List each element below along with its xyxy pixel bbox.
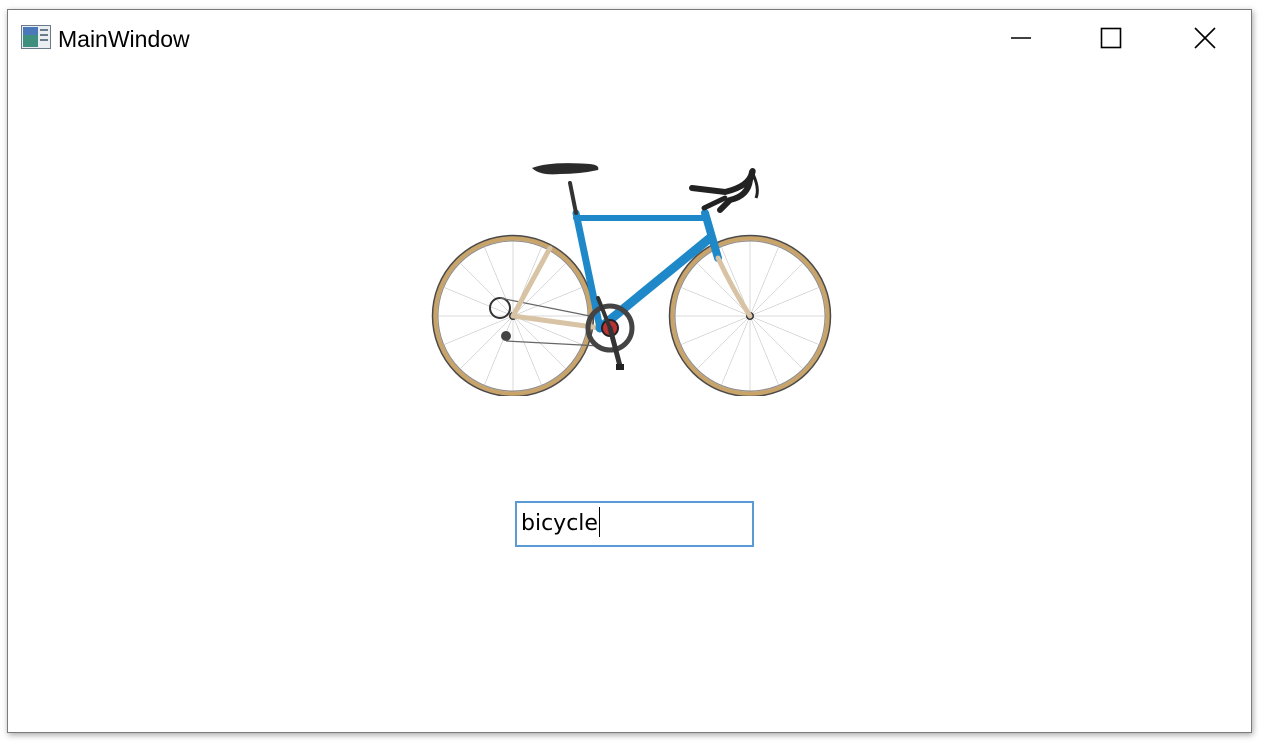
bicycle-image [431,163,832,396]
text-input-value: bicycle [521,511,598,536]
title-bar[interactable]: MainWindow [8,10,1251,66]
window-app-icon [21,25,51,49]
window-title: MainWindow [58,26,190,52]
text-caret [598,507,600,537]
minimize-button[interactable] [976,10,1066,66]
close-button[interactable] [1160,10,1250,66]
main-window: MainWindow bicycle [7,9,1252,733]
handlebar [689,168,756,213]
minimize-icon [1011,37,1031,39]
maximize-icon [1100,27,1122,49]
maximize-button[interactable] [1066,10,1156,66]
text-input[interactable]: bicycle [515,501,754,547]
close-icon [1194,27,1216,49]
bike-frame [510,181,753,333]
content-area: bicycle [8,66,1251,732]
saddle [532,163,599,175]
